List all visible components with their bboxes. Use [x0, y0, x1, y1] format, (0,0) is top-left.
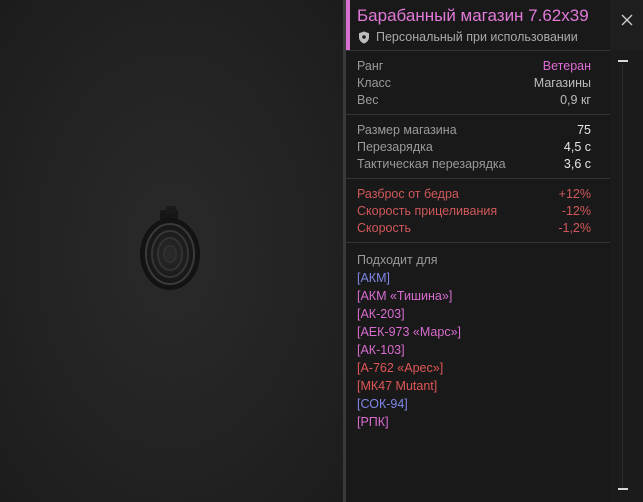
stat-row-ads-speed: Скорость прицеливания -12% — [357, 202, 591, 219]
stats-section: Размер магазина 75 Перезарядка 4,5 с Так… — [346, 115, 610, 179]
stat-row-move-speed: Скорость -1,2% — [357, 219, 591, 236]
stat-value: 0,9 кг — [560, 92, 591, 107]
stat-label: Тактическая перезарядка — [357, 156, 506, 171]
stat-label: Перезарядка — [357, 139, 433, 154]
compatible-weapon[interactable]: [А-762 «Арес»] — [357, 359, 591, 377]
stat-row-reload: Перезарядка 4,5 с — [357, 138, 591, 155]
stat-value: -12% — [561, 203, 591, 218]
stat-label: Разброс от бедра — [357, 186, 459, 201]
stat-value: Магазины — [533, 75, 591, 90]
stat-row-weight: Вес 0,9 кг — [357, 91, 591, 108]
scrollbar[interactable] — [610, 50, 643, 502]
scrollbar-bottom-cap — [618, 488, 628, 490]
compatible-weapon[interactable]: [АК-203] — [357, 305, 591, 323]
stat-label: Класс — [357, 75, 392, 90]
stat-label: Ранг — [357, 58, 384, 73]
compatible-title: Подходит для — [357, 253, 438, 267]
item-header: Барабанный магазин 7.62x39 Персональный … — [346, 0, 610, 51]
stat-label: Вес — [357, 92, 379, 107]
stat-value: 3,6 с — [563, 156, 591, 171]
close-button[interactable] — [610, 0, 643, 40]
penalties-section: Разброс от бедра +12% Скорость прицелива… — [346, 179, 610, 243]
compatible-weapon[interactable]: [АКМ «Тишина»] — [357, 287, 591, 305]
info-section: Ранг Ветеран Класс Магазины Вес 0,9 кг — [346, 51, 610, 115]
stat-value: Ветеран — [542, 58, 591, 73]
compatible-weapon[interactable]: [АКМ] — [357, 269, 591, 287]
compatible-list: [АКМ] [АКМ «Тишина»] [АК-203] [АЕК-973 «… — [357, 269, 591, 431]
drum-magazine-image — [140, 206, 200, 290]
rarity-accent-bar — [346, 0, 350, 50]
stat-row-mag-size: Размер магазина 75 — [357, 121, 591, 138]
compatible-weapon[interactable]: [АЕК-973 «Марс»] — [357, 323, 591, 341]
scrollbar-top-cap — [618, 60, 628, 62]
item-preview-area — [0, 0, 343, 502]
stat-value: -1,2% — [558, 220, 591, 235]
stat-row-class: Класс Магазины — [357, 74, 591, 91]
stat-value: 75 — [577, 122, 591, 137]
stat-row-rank: Ранг Ветеран — [357, 57, 591, 74]
stat-value: +12% — [558, 186, 591, 201]
close-icon — [621, 14, 632, 26]
stat-label: Скорость — [357, 220, 411, 235]
shield-icon — [359, 31, 369, 43]
scrollbar-track[interactable] — [622, 64, 623, 488]
stat-label: Скорость прицеливания — [357, 203, 498, 218]
stat-row-tactical-reload: Тактическая перезарядка 3,6 с — [357, 155, 591, 172]
compatible-weapon[interactable]: [АК-103] — [357, 341, 591, 359]
stat-value: 4,5 с — [563, 139, 591, 154]
compatible-weapon[interactable]: [СОК-94] — [357, 395, 591, 413]
compatible-section: Подходит для [АКМ] [АКМ «Тишина»] [АК-20… — [346, 243, 610, 437]
binding-text: Персональный при использовании — [376, 30, 578, 44]
compatible-weapon[interactable]: [РПК] — [357, 413, 591, 431]
stat-row-hip-spread: Разброс от бедра +12% — [357, 185, 591, 202]
item-title: Барабанный магазин 7.62x39 — [357, 6, 589, 25]
binding-row: Персональный при использовании — [358, 30, 578, 44]
item-info-panel: Барабанный магазин 7.62x39 Персональный … — [346, 0, 610, 502]
stat-label: Размер магазина — [357, 122, 457, 137]
compatible-weapon[interactable]: [МК47 Mutant] — [357, 377, 591, 395]
